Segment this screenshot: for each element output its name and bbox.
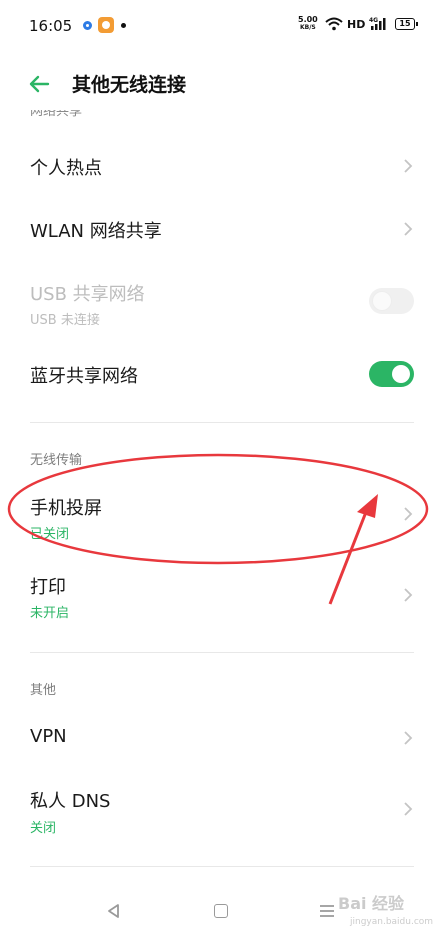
watermark: Bai 经验 <box>338 894 405 913</box>
annotation-arrow-head <box>357 494 378 518</box>
watermark-url: jingyan.baidu.com <box>350 917 434 927</box>
annotation-arrow-shaft <box>328 511 368 605</box>
annotation-overlay <box>7 453 429 605</box>
